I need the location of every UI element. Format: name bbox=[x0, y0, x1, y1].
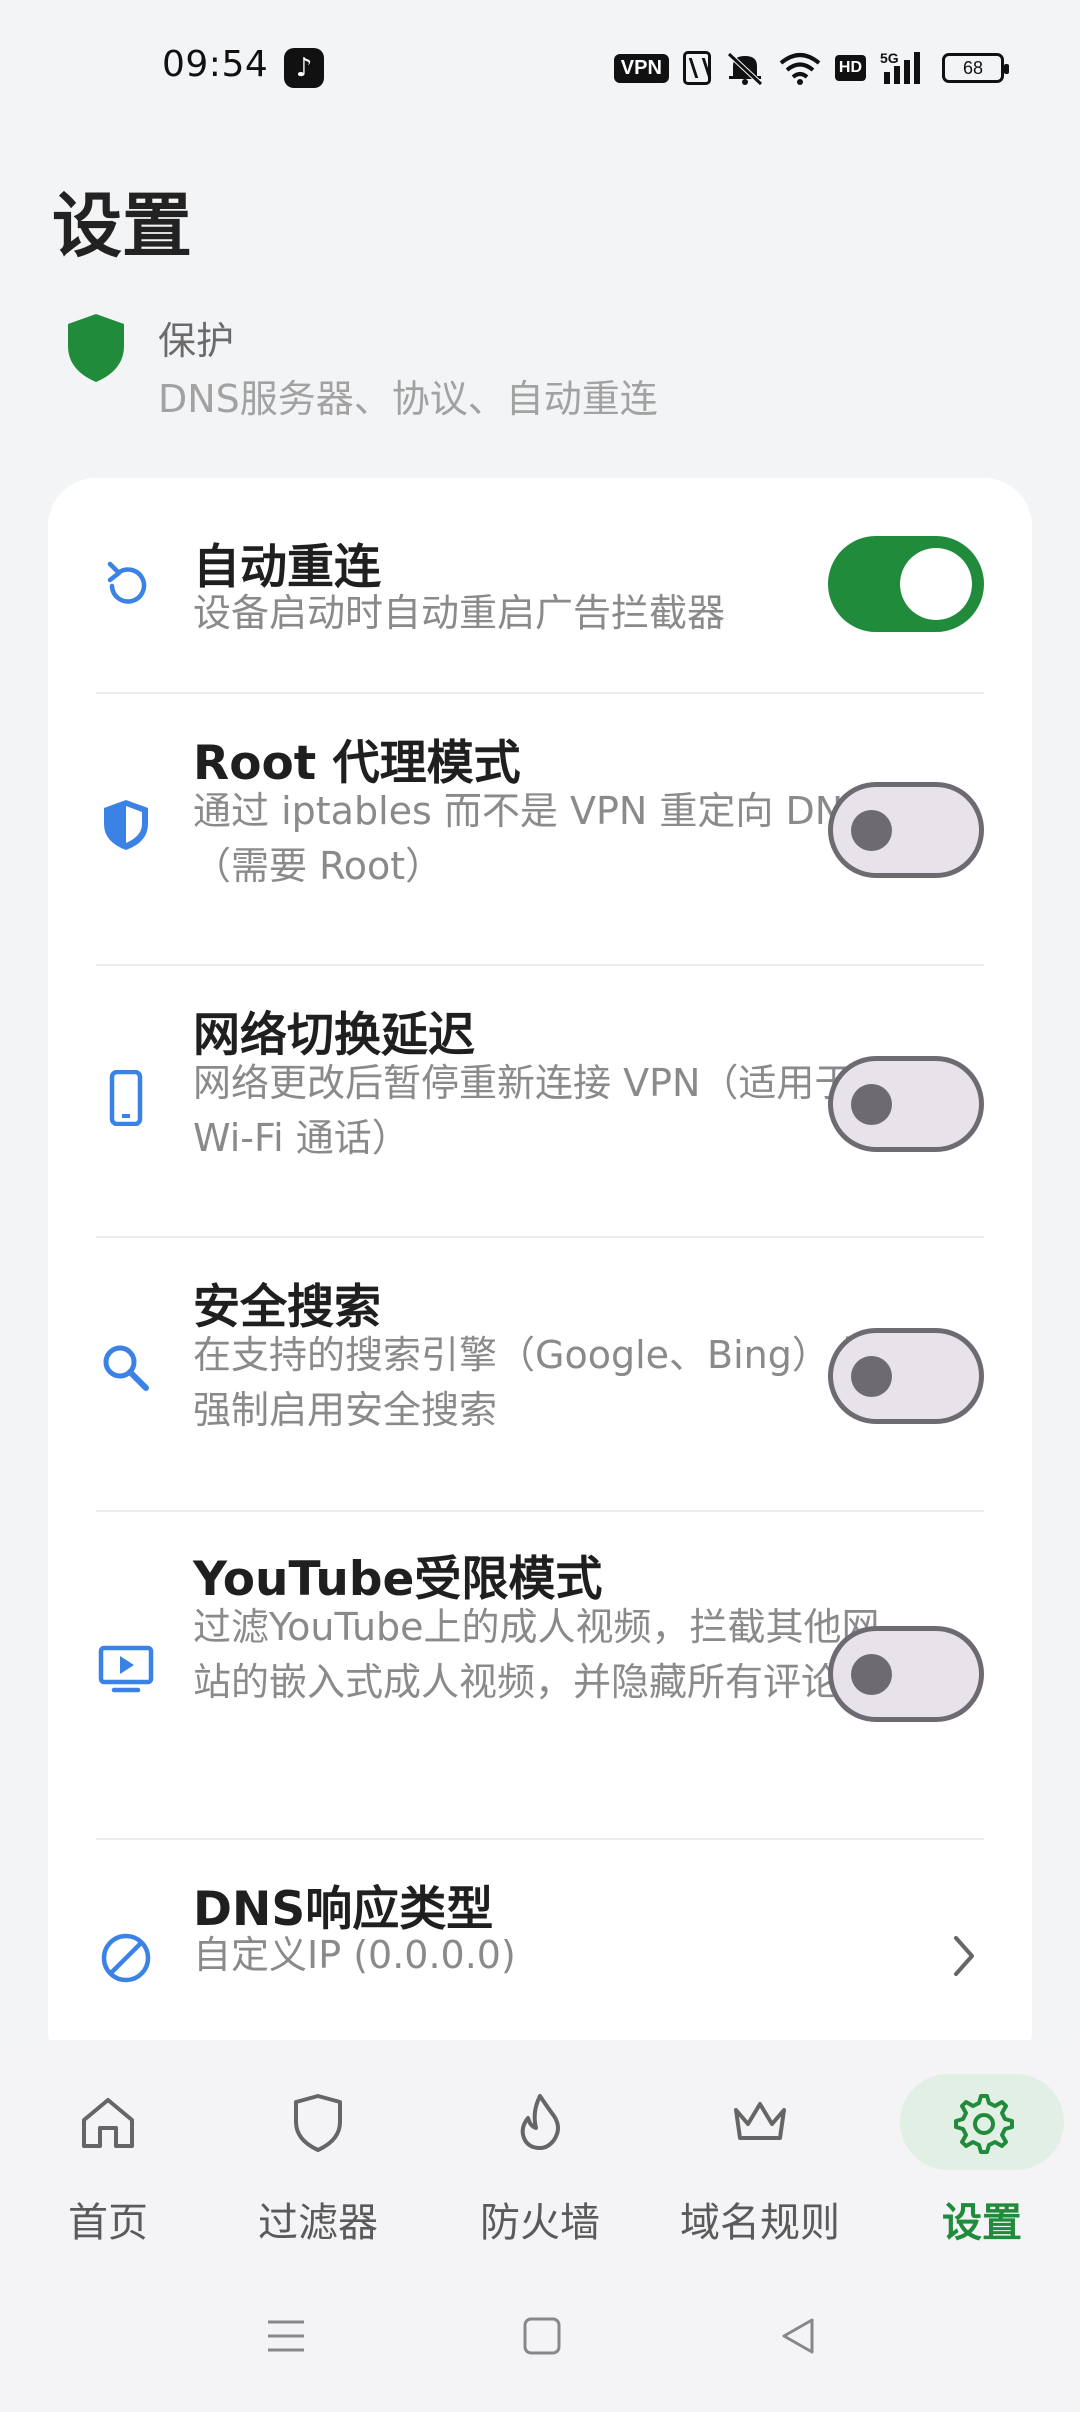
toggle-knob bbox=[851, 1084, 892, 1125]
hd-icon: HD bbox=[834, 55, 866, 81]
system-navigation-bar bbox=[0, 2272, 1080, 2412]
setting-title: 安全搜索 bbox=[193, 1280, 381, 1335]
back-icon[interactable] bbox=[778, 2316, 818, 2360]
setting-root-proxy[interactable]: Root 代理模式 通过 iptables 而不是 VPN 重定向 DNS（需要… bbox=[48, 694, 1032, 964]
nav-label: 过滤器 bbox=[258, 2200, 378, 2246]
nfc-icon bbox=[682, 51, 711, 85]
phone-icon bbox=[109, 1070, 143, 1126]
toggle-knob bbox=[900, 548, 972, 620]
toggle-knob bbox=[851, 1654, 892, 1695]
status-bar: 09:54 ♪ VPN HD 5G 68 bbox=[0, 0, 1080, 140]
setting-desc: 自定义IP (0.0.0.0) bbox=[193, 1933, 516, 1977]
safe-search-toggle[interactable] bbox=[828, 1328, 984, 1424]
nav-label: 域名规则 bbox=[680, 2200, 840, 2246]
root-proxy-toggle[interactable] bbox=[828, 782, 984, 878]
nav-home[interactable]: 首页 bbox=[0, 2040, 216, 2272]
nav-icon-container bbox=[678, 2074, 842, 2170]
signal-icon: 5G bbox=[880, 50, 920, 84]
shield-icon bbox=[104, 800, 148, 850]
nav-firewall[interactable]: 防火墙 bbox=[432, 2040, 648, 2272]
mute-icon bbox=[727, 52, 763, 86]
nav-icon-container bbox=[26, 2074, 190, 2170]
setting-safe-search[interactable]: 安全搜索 在支持的搜索引擎（Google、Bing）上强制启用安全搜索 bbox=[48, 1238, 1032, 1510]
setting-title: YouTube受限模式 bbox=[193, 1552, 603, 1607]
section-subtitle: DNS服务器、协议、自动重连 bbox=[158, 377, 658, 421]
section-title: 保护 bbox=[158, 319, 235, 363]
block-icon bbox=[101, 1933, 151, 1983]
menu-icon[interactable] bbox=[266, 2316, 306, 2360]
tiktok-notification-icon: ♪ bbox=[284, 48, 324, 88]
setting-title: Root 代理模式 bbox=[193, 736, 521, 791]
youtube-restricted-toggle[interactable] bbox=[828, 1626, 984, 1722]
shield-icon bbox=[68, 314, 124, 382]
setting-title: 网络切换延迟 bbox=[193, 1008, 475, 1063]
setting-desc: 在支持的搜索引擎（Google、Bing）上强制启用安全搜索 bbox=[193, 1333, 868, 1432]
nav-settings[interactable]: 设置 bbox=[874, 2040, 1080, 2272]
nav-filters[interactable]: 过滤器 bbox=[210, 2040, 426, 2272]
gear-icon bbox=[954, 2094, 1014, 2154]
setting-network-delay[interactable]: 网络切换延迟 网络更改后暂停重新连接 VPN（适用于 Wi-Fi 通话） bbox=[48, 966, 1032, 1236]
setting-desc: 网络更改后暂停重新连接 VPN（适用于 Wi-Fi 通话） bbox=[193, 1061, 853, 1160]
nav-domain-rules[interactable]: 域名规则 bbox=[652, 2040, 868, 2272]
toggle-knob bbox=[851, 810, 892, 851]
network-delay-toggle[interactable] bbox=[828, 1056, 984, 1152]
crown-icon bbox=[734, 2102, 786, 2140]
nav-icon-container bbox=[458, 2074, 622, 2170]
battery-icon: 68 bbox=[942, 53, 1009, 83]
nav-label: 防火墙 bbox=[480, 2200, 600, 2246]
page-title: 设置 bbox=[52, 185, 192, 267]
vpn-icon: VPN bbox=[613, 53, 669, 83]
setting-desc: 过滤YouTube上的成人视频，拦截其他网站的嵌入式成人视频，并隐藏所有评论 bbox=[193, 1605, 880, 1704]
nav-icon-container bbox=[236, 2074, 400, 2170]
setting-desc: 通过 iptables 而不是 VPN 重定向 DNS（需要 Root） bbox=[193, 789, 868, 888]
fire-icon bbox=[520, 2094, 560, 2150]
nav-icon-container bbox=[900, 2074, 1064, 2170]
toggle-knob bbox=[851, 1356, 892, 1397]
setting-desc: 设备启动时自动重启广告拦截器 bbox=[193, 591, 726, 635]
setting-youtube-restricted[interactable]: YouTube受限模式 过滤YouTube上的成人视频，拦截其他网站的嵌入式成人… bbox=[48, 1512, 1032, 1838]
bottom-navigation: 首页 过滤器 防火墙 域名规则 设置 bbox=[0, 2040, 1080, 2272]
settings-card: 自动重连 设备启动时自动重启广告拦截器 Root 代理模式 通过 iptable… bbox=[48, 478, 1032, 2078]
video-icon bbox=[98, 1645, 154, 1693]
wifi-icon bbox=[779, 53, 821, 85]
filter-shield-icon bbox=[294, 2094, 342, 2152]
chevron-right-icon[interactable] bbox=[944, 1926, 984, 1986]
home-square-icon[interactable] bbox=[522, 2316, 562, 2360]
status-icons: VPN HD 5G 68 bbox=[613, 48, 1009, 88]
status-time: 09:54 bbox=[162, 44, 269, 85]
setting-auto-reconnect[interactable]: 自动重连 设备启动时自动重启广告拦截器 bbox=[48, 478, 1032, 692]
search-icon bbox=[103, 1345, 149, 1391]
setting-dns-response-type[interactable]: DNS响应类型 自定义IP (0.0.0.0) bbox=[48, 1840, 1032, 2060]
home-icon bbox=[82, 2098, 134, 2148]
nav-label: 设置 bbox=[942, 2200, 1022, 2246]
auto-reconnect-toggle[interactable] bbox=[828, 536, 984, 632]
nav-label: 首页 bbox=[68, 2200, 148, 2246]
refresh-icon bbox=[107, 561, 147, 604]
section-header-protection: 保护 DNS服务器、协议、自动重连 bbox=[64, 310, 1024, 421]
svg-text:5G: 5G bbox=[880, 50, 899, 66]
